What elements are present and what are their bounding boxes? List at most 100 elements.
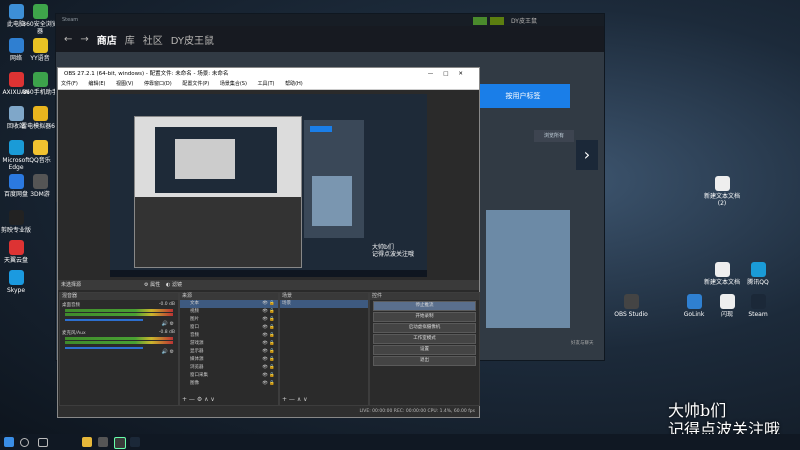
preview-nested-window [134,116,302,268]
desktop-icon[interactable]: Skype [0,270,36,294]
nav-library[interactable]: 库 [125,32,135,47]
preview-steam-button [310,126,332,132]
nav-community[interactable]: 社区 [143,32,163,47]
desktop-icon[interactable]: YY语音 [20,38,60,62]
source-item[interactable]: 游戏源 👁 🔒 [180,340,278,348]
properties-button[interactable]: ⚙ 属性 [144,280,160,290]
menu-docks[interactable]: 停靠窗口(D) [144,81,172,87]
source-item[interactable]: 文本 👁 🔒 [180,300,278,308]
volume-slider[interactable] [65,319,143,321]
forward-icon[interactable]: → [80,34,88,45]
obs-preview[interactable]: 大帅b们 记得点波关注哦 [110,94,427,277]
browse-all-button[interactable]: 浏览所有 [534,130,574,142]
app-icon [750,294,766,309]
menu-help[interactable]: 帮助(H) [285,81,303,87]
close-icon[interactable]: ✕ [458,71,473,77]
preview-watermark: 大帅b们 记得点波关注哦 [372,244,414,258]
eye-lock-icon[interactable]: 👁 🔒 [262,300,275,308]
source-item[interactable]: 音频 👁 🔒 [180,332,278,340]
control-button[interactable]: 停止推流 [373,301,476,311]
steam-taskbar-icon[interactable] [130,437,140,447]
desktop-icon[interactable]: 新建文本文档(2) [702,176,742,207]
obs-taskbar-icon[interactable] [114,437,126,449]
taskview-icon[interactable] [38,438,48,447]
nav-store[interactable]: 商店 [97,32,117,47]
speaker-icon[interactable]: 🔊 ⚙ [162,349,174,355]
desktop-icon-label: 新建文本文档 [703,279,740,286]
desktop-icon[interactable]: 新建文本文档 [702,262,742,286]
source-name: 显示器 [190,349,204,354]
start-icon[interactable] [4,437,14,447]
app-icon [32,38,48,53]
desktop-icon[interactable]: 360安全浏览器 [20,4,60,35]
desktop-icon[interactable]: OBS Studio [611,294,651,318]
source-item[interactable]: 窗口 👁 🔒 [180,324,278,332]
desktop-icon[interactable]: QQ音乐 [20,140,60,164]
browse-by-tag-button[interactable]: 按用户标签 [476,84,570,108]
sources-title: 来源 [180,293,278,300]
app-icon[interactable] [98,437,108,447]
desktop-icon-label: YY语音 [30,55,50,62]
eye-lock-icon[interactable]: 👁 🔒 [262,348,275,356]
speaker-icon[interactable]: 🔊 ⚙ [162,321,174,327]
desktop-icon[interactable]: 3DM游 [20,174,60,198]
app-icon [32,4,48,19]
eye-lock-icon[interactable]: 👁 🔒 [262,380,275,388]
eye-lock-icon[interactable]: 👁 🔒 [262,364,275,372]
scene-item[interactable]: 场景 [280,300,368,308]
maximize-icon[interactable]: □ [443,71,458,77]
control-button[interactable]: 退出 [373,356,476,366]
eye-lock-icon[interactable]: 👁 🔒 [262,332,275,340]
control-button[interactable]: 开始录制 [373,312,476,322]
eye-lock-icon[interactable]: 👁 🔒 [262,356,275,364]
eye-lock-icon[interactable]: 👁 🔒 [262,316,275,324]
nav-profile[interactable]: DY皮王鼠 [171,32,214,47]
app-icon [32,106,48,121]
source-item[interactable]: 图片 👁 🔒 [180,316,278,324]
filters-button[interactable]: ◐ 滤镜 [166,280,182,290]
source-item[interactable]: 图像 👁 🔒 [180,380,278,388]
eye-lock-icon[interactable]: 👁 🔒 [262,372,275,380]
desktop-icon[interactable]: 腾讯QQ [738,262,778,286]
explorer-icon[interactable] [82,437,92,447]
menu-profile[interactable]: 配置文件(P) [182,81,209,87]
volume-slider[interactable] [65,347,143,349]
control-button[interactable]: 启动虚拟摄像机 [373,323,476,333]
eye-lock-icon[interactable]: 👁 🔒 [262,340,275,348]
menu-tools[interactable]: 工具(T) [258,81,275,87]
source-toolbar: 未选择源 ⚙ 属性 ◐ 滤镜 [58,280,479,290]
steam-message-button[interactable] [490,17,504,25]
source-item[interactable]: 视频 👁 🔒 [180,308,278,316]
search-icon[interactable] [20,438,29,447]
desktop-icon[interactable]: 雷电模拟器64 [20,106,60,130]
control-button[interactable]: 工作室模式 [373,334,476,344]
app-icon [719,294,735,309]
source-item[interactable]: 媒体源 👁 🔒 [180,356,278,364]
menu-view[interactable]: 视图(V) [116,81,133,87]
menu-edit[interactable]: 编辑(E) [88,81,105,87]
scene-add-remove-buttons[interactable]: + — ∧ ∨ [282,396,308,403]
menu-scene-collection[interactable]: 场景集合(S) [220,81,247,87]
menu-file[interactable]: 文件(F) [61,81,78,87]
minimize-icon[interactable]: — [428,71,444,77]
desktop-icon[interactable]: 360手机助手 [20,72,60,96]
desktop-icon[interactable]: 天翼云盘 [0,240,36,264]
source-item[interactable]: 浏览器 👁 🔒 [180,364,278,372]
steam-notify-button[interactable] [473,17,487,25]
control-button[interactable]: 设置 [373,345,476,355]
steam-username[interactable]: DY皮王鼠 [511,16,537,25]
source-item[interactable]: 显示器 👁 🔒 [180,348,278,356]
desktop-icon[interactable]: 剪映专业版 [0,210,36,234]
friends-chat-label[interactable]: 好友与聊天 [571,340,594,346]
app-icon [714,262,730,277]
eye-lock-icon[interactable]: 👁 🔒 [262,308,275,316]
eye-lock-icon[interactable]: 👁 🔒 [262,324,275,332]
chevron-right-icon[interactable]: › [576,140,598,170]
preview-steam-capture [304,120,364,238]
window-controls[interactable]: —□✕ [428,68,473,80]
source-item[interactable]: 窗口采集 👁 🔒 [180,372,278,380]
back-icon[interactable]: ← [64,34,72,45]
source-add-remove-buttons[interactable]: + — ⚙ ∧ ∨ [182,396,215,403]
store-banner[interactable] [486,210,570,328]
desktop-icon[interactable]: Steam [738,294,778,318]
